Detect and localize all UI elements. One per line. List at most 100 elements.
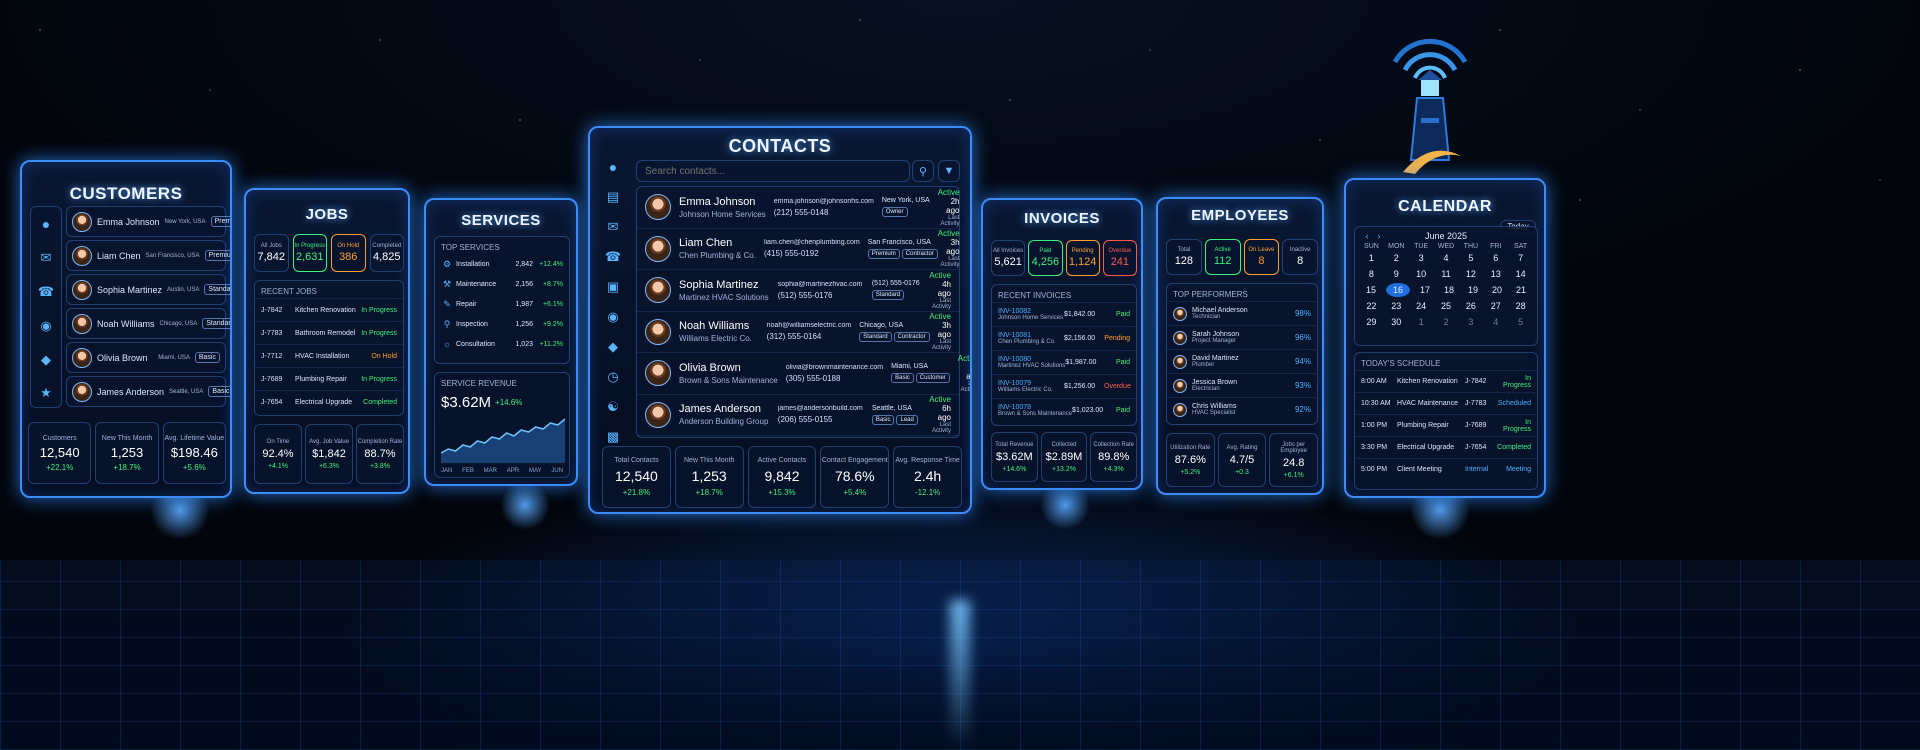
calendar-day[interactable]: 8	[1359, 267, 1384, 281]
job-row[interactable]: J-7712 HVAC Installation On Hold	[255, 344, 403, 367]
customer-row[interactable]: Sophia Martinez Austin, USA Standard	[66, 274, 230, 305]
customer-row[interactable]: Liam Chen San Francisco, USA Premium	[66, 240, 230, 271]
invoice-row[interactable]: INV-10082 Johnson Home Services $1,842.00 P…	[992, 302, 1136, 326]
location-icon[interactable]: ◉	[596, 302, 630, 332]
invoice-row[interactable]: INV-10079 Williams Electric Co. $1,256.00 O…	[992, 374, 1136, 398]
employee-row[interactable]: Chris Williams HVAC Specialist 92%	[1167, 397, 1317, 421]
service-row[interactable]: ⚙ Installation 2,842 +12.4%	[435, 254, 569, 274]
calendar-day[interactable]: 21	[1509, 283, 1533, 297]
calendar-day[interactable]: 9	[1384, 267, 1409, 281]
calendar-day[interactable]: 2	[1434, 315, 1459, 329]
calendar-day[interactable]: 20	[1485, 283, 1509, 297]
customer-row[interactable]: Emma Johnson New York, USA Premium	[66, 206, 230, 237]
calendar-day[interactable]: 30	[1384, 315, 1409, 329]
service-row[interactable]: ☼ Consultation 1,023 +11.2%	[435, 334, 569, 354]
user-icon[interactable]: ●	[596, 152, 630, 182]
employee-row[interactable]: Jessica Brown Electrician 93%	[1167, 373, 1317, 397]
summary-card[interactable]: Total 128	[1166, 239, 1202, 275]
schedule-row[interactable]: 1:00 PM Plumbing Repair J-7689 In Progress	[1355, 414, 1537, 436]
calendar-day[interactable]: 19	[1461, 283, 1485, 297]
customer-row[interactable]: Olivia Brown Miami, USA Basic	[66, 342, 226, 373]
schedule-row[interactable]: 3:30 PM Electrical Upgrade J-7654 Completed	[1355, 436, 1537, 458]
filter-icon[interactable]: ▼	[938, 160, 960, 182]
tag-icon[interactable]: ◆	[31, 343, 61, 377]
calendar-day[interactable]: 7	[1508, 251, 1533, 265]
calendar-day[interactable]: 14	[1508, 267, 1533, 281]
location-icon[interactable]: ◉	[31, 309, 61, 343]
calendar-day[interactable]: 1	[1359, 251, 1384, 265]
prev-month-icon[interactable]: ‹	[1361, 231, 1373, 241]
summary-card[interactable]: Paid 4,256	[1028, 240, 1063, 276]
calendar-day[interactable]: 2	[1384, 251, 1409, 265]
invoice-row[interactable]: INV-10081 Chen Plumbing & Co. $2,156.00 Pen…	[992, 326, 1136, 350]
phone-icon[interactable]: ☎	[31, 275, 61, 309]
mail-icon[interactable]: ✉	[31, 241, 61, 275]
employee-row[interactable]: Sarah Johnson Project Manager 96%	[1167, 325, 1317, 349]
briefcase-icon[interactable]: ▣	[596, 272, 630, 302]
contact-row[interactable]: Olivia Brown Brown & Sons Maintenance oliv…	[637, 353, 970, 395]
summary-card[interactable]: In Progress 2,631	[292, 234, 327, 272]
tag-icon[interactable]: ◆	[596, 332, 630, 362]
calendar-day[interactable]: 17	[1413, 283, 1437, 297]
team-icon[interactable]: ☯	[596, 392, 630, 422]
clock-icon[interactable]: ◷	[596, 362, 630, 392]
summary-card[interactable]: Pending 1,124	[1065, 240, 1100, 276]
contact-row[interactable]: Liam Chen Chen Plumbing & Co. liam.chen@ch…	[637, 229, 960, 270]
employee-row[interactable]: Michael Anderson Technician 98%	[1167, 301, 1317, 325]
calendar-day[interactable]: 22	[1359, 299, 1384, 313]
service-row[interactable]: ⚲ Inspection 1,256 +9.2%	[435, 314, 569, 334]
summary-card[interactable]: All Jobs 7,842	[254, 234, 289, 272]
customer-row[interactable]: Noah Williams Chicago, USA Standard	[66, 308, 230, 339]
schedule-row[interactable]: 8:00 AM Kitchen Renovation J-7842 In Progre…	[1355, 370, 1537, 392]
calendar-day[interactable]: 4	[1483, 315, 1508, 329]
calendar-day[interactable]: 3	[1409, 251, 1434, 265]
customer-row[interactable]: James Anderson Seattle, USA Basic	[66, 376, 230, 407]
calendar-day[interactable]: 15	[1359, 283, 1383, 297]
job-row[interactable]: J-7842 Kitchen Renovation In Progress	[255, 298, 403, 321]
summary-card[interactable]: Completed 4,825	[369, 234, 404, 272]
summary-card[interactable]: On Leave 8	[1243, 239, 1280, 275]
summary-card[interactable]: Active 112	[1204, 239, 1241, 275]
summary-card[interactable]: On Hold 386	[331, 234, 366, 272]
calendar-day[interactable]: 5	[1508, 315, 1533, 329]
contact-row[interactable]: James Anderson Anderson Building Group jam…	[637, 395, 959, 436]
contact-row[interactable]: Sophia Martinez Martinez HVAC Solutions so…	[637, 270, 959, 312]
contact-row[interactable]: Emma Johnson Johnson Home Services emma.jo…	[637, 187, 959, 229]
building-icon[interactable]: ▤	[596, 182, 630, 212]
employee-row[interactable]: David Martinez Plumber 94%	[1167, 349, 1317, 373]
search-icon[interactable]: ⚲	[912, 160, 934, 182]
contact-row[interactable]: Noah Williams Williams Electric Co. noah@w…	[637, 312, 959, 353]
job-row[interactable]: J-7783 Bathroom Remodel In Progress	[255, 321, 403, 344]
calendar-day[interactable]: 26	[1458, 299, 1483, 313]
summary-card[interactable]: All Invoices 5,621	[991, 240, 1026, 276]
calendar-day[interactable]: 28	[1508, 299, 1533, 313]
calendar-day[interactable]: 25	[1434, 299, 1459, 313]
mail-icon[interactable]: ✉	[596, 212, 630, 242]
service-row[interactable]: ✎ Repair 1,987 +6.1%	[435, 294, 569, 314]
user-icon[interactable]: ●	[31, 207, 61, 241]
job-row[interactable]: J-7654 Electrical Upgrade Completed	[255, 390, 403, 413]
search-input[interactable]	[645, 165, 901, 177]
calendar-day[interactable]: 11	[1434, 267, 1459, 281]
search-field[interactable]	[636, 160, 910, 182]
calendar-day[interactable]: 23	[1384, 299, 1409, 313]
star-icon[interactable]: ★	[31, 377, 61, 409]
schedule-row[interactable]: 10:30 AM HVAC Maintenance J-7783 Scheduled	[1355, 392, 1537, 414]
calendar-day[interactable]: 18	[1437, 283, 1461, 297]
calendar-day[interactable]: 4	[1434, 251, 1459, 265]
calendar-day[interactable]: 5	[1458, 251, 1483, 265]
schedule-row[interactable]: 5:00 PM Client Meeting Internal Meeting	[1355, 458, 1537, 480]
calendar-day[interactable]: 1	[1409, 315, 1434, 329]
summary-card[interactable]: Inactive 8	[1282, 239, 1318, 275]
job-row[interactable]: J-7689 Plumbing Repair In Progress	[255, 367, 403, 390]
next-month-icon[interactable]: ›	[1373, 231, 1385, 241]
calendar-day[interactable]: 13	[1483, 267, 1508, 281]
calendar-day[interactable]: 29	[1359, 315, 1384, 329]
calendar-day[interactable]: 12	[1458, 267, 1483, 281]
calendar-day-selected[interactable]: 16	[1386, 283, 1410, 297]
service-row[interactable]: ⚒ Maintenance 2,156 +8.7%	[435, 274, 569, 294]
calendar-day[interactable]: 10	[1409, 267, 1434, 281]
summary-card[interactable]: Overdue 241	[1102, 240, 1137, 276]
invoice-row[interactable]: INV-10078 Brown & Sons Maintenance $1,023.…	[992, 398, 1136, 422]
invoice-row[interactable]: INV-10080 Martinez HVAC Solutions $1,987.0…	[992, 350, 1136, 374]
